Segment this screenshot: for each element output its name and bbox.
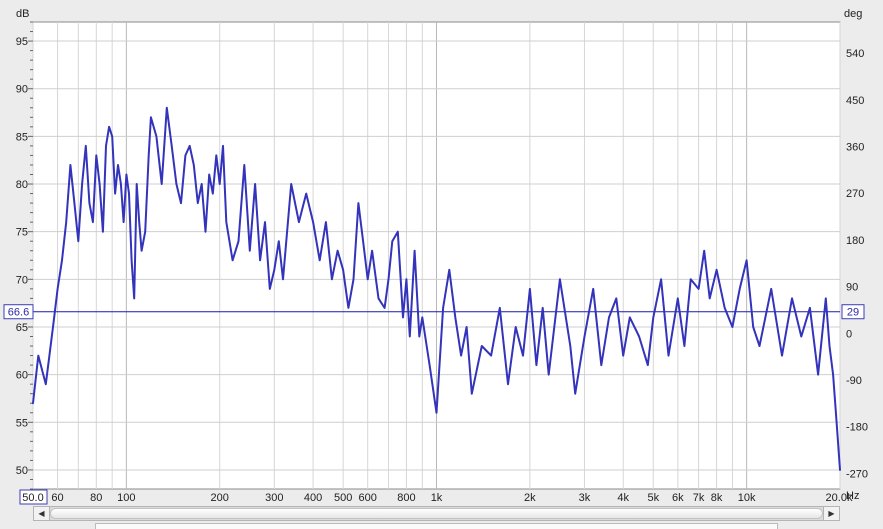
y-tick-label: 55: [16, 417, 28, 429]
y-tick-label: 50: [16, 465, 28, 477]
cursor-left-value: 66.6: [8, 307, 29, 319]
x-tick-label: 5k: [647, 492, 659, 504]
x-tick-label: 500: [334, 492, 352, 504]
y2-axis-unit-label: deg: [844, 8, 862, 20]
scrollbar-thumb[interactable]: [50, 508, 823, 519]
bottom-panel-edge: [95, 523, 778, 529]
y2-tick-label: 270: [846, 188, 864, 200]
y-tick-label: 85: [16, 131, 28, 143]
x-tick-label: 8k: [711, 492, 723, 504]
y-tick-label: 60: [16, 370, 28, 382]
x-tick-label: 6k: [672, 492, 684, 504]
y2-tick-label: -90: [846, 375, 862, 387]
y2-tick-label: 540: [846, 48, 864, 60]
x-tick-label: 400: [304, 492, 322, 504]
y2-tick-label: -270: [846, 468, 868, 480]
x-tick-label: 100: [117, 492, 135, 504]
y-tick-label: 75: [16, 227, 28, 239]
y-tick-label: 70: [16, 274, 28, 286]
y2-tick-label: 90: [846, 282, 858, 294]
x-tick-label: 800: [397, 492, 415, 504]
x-tick-label: 80: [90, 492, 102, 504]
y2-tick-label: -180: [846, 422, 868, 434]
scroll-left-arrow-icon[interactable]: ◀: [34, 507, 50, 520]
horizontal-scrollbar[interactable]: ◀ ▶: [33, 506, 840, 521]
x-tick-label: 7k: [693, 492, 705, 504]
y-axis-unit-label: dB: [16, 8, 29, 20]
x-tick-label: 10k: [738, 492, 756, 504]
x-tick-label: 1k: [431, 492, 443, 504]
x-tick-label: 60: [51, 492, 63, 504]
x-tick-label: 50.0: [22, 492, 43, 504]
frequency-response-chart: 50.0 60 80 100 200 300 400 500 600 800 1k 2k 3k 4k 5k 6…: [3, 8, 868, 505]
x-tick-label: 600: [359, 492, 377, 504]
y-tick-label: 90: [16, 84, 28, 96]
y-tick-label: 80: [16, 179, 28, 191]
y2-tick-label: 180: [846, 235, 864, 247]
cursor-right-value: 29: [847, 307, 859, 319]
y2-tick-label: 0: [846, 328, 852, 340]
x-tick-label: 200: [211, 492, 229, 504]
x-tick-label: 3k: [579, 492, 591, 504]
y-tick-label: 95: [16, 36, 28, 48]
x-tick-label: 4k: [617, 492, 629, 504]
y2-tick-label: 450: [846, 95, 864, 107]
x-tick-label: 300: [265, 492, 283, 504]
y-tick-label: 65: [16, 322, 28, 334]
x-tick-label: 2k: [524, 492, 536, 504]
x-axis-unit-label: Hz: [846, 490, 859, 502]
scroll-right-arrow-icon[interactable]: ▶: [823, 507, 839, 520]
y2-tick-label: 360: [846, 142, 864, 154]
